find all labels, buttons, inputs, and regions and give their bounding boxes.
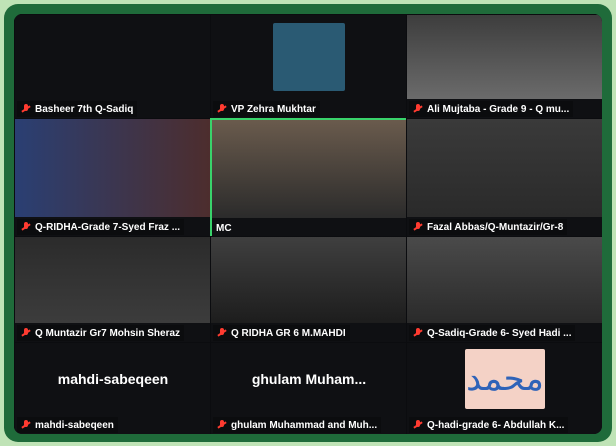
mic-muted-icon <box>21 420 31 430</box>
participant-name-label: mahdi-sabeqeen <box>17 417 118 433</box>
participant-tile[interactable]: محمد Q-hadi-grade 6- Abdullah K... <box>406 342 602 434</box>
participant-name-label: VP Zehra Mukhtar <box>213 101 320 117</box>
participant-name: Basheer 7th Q-Sadiq <box>35 103 134 115</box>
webcam-image <box>407 237 602 323</box>
mic-muted-icon <box>21 328 31 338</box>
mic-muted-icon <box>217 420 227 430</box>
video-feed <box>15 237 211 323</box>
participant-tile[interactable]: Q RIDHA GR 6 M.MAHDI <box>210 236 408 344</box>
participant-name-label: Basheer 7th Q-Sadiq <box>17 101 138 117</box>
pattern-image <box>273 23 345 91</box>
video-feed <box>407 15 602 99</box>
calligraphy-text: محمد <box>466 359 544 399</box>
participant-name-label: Q Muntazir Gr7 Mohsin Sheraz <box>17 325 185 341</box>
participant-display-name: ghulam Muham... <box>251 371 367 387</box>
screenshot-frame: Basheer 7th Q-Sadiq VP Zehra Mukhtar Ali… <box>4 4 612 442</box>
participant-name: Q Muntazir Gr7 Mohsin Sheraz <box>35 327 181 339</box>
participant-name: Q-hadi-grade 6- Abdullah K... <box>427 419 565 431</box>
webcam-image <box>212 120 408 218</box>
participant-name-label: Q-RIDHA-Grade 7-Syed Fraz ... <box>17 219 185 235</box>
participant-tile[interactable]: ghulam Muham... ghulam Muhammad and Muh.… <box>210 342 408 434</box>
mic-muted-icon <box>413 420 423 430</box>
participant-name-label: Q-Sadiq-Grade 6- Syed Hadi ... <box>409 325 576 341</box>
participant-tile[interactable]: Q Muntazir Gr7 Mohsin Sheraz <box>14 236 212 344</box>
participant-name: Q-Sadiq-Grade 6- Syed Hadi ... <box>427 327 572 339</box>
participant-name: Fazal Abbas/Q-Muntazir/Gr-8 <box>427 221 564 233</box>
calligraphy-image: محمد <box>465 349 545 409</box>
video-feed <box>407 119 602 217</box>
active-speaker-tile[interactable]: MC <box>210 118 410 240</box>
participant-tile[interactable]: Basheer 7th Q-Sadiq <box>14 14 212 120</box>
video-feed <box>15 15 211 99</box>
participant-name: Q RIDHA GR 6 M.MAHDI <box>231 327 346 339</box>
participant-display-name: mahdi-sabeqeen <box>57 371 169 387</box>
meeting-gallery: Basheer 7th Q-Sadiq VP Zehra Mukhtar Ali… <box>14 14 602 434</box>
mic-muted-icon <box>21 222 31 232</box>
participant-name-label: Ali Mujtaba - Grade 9 - Q mu... <box>409 101 574 117</box>
participant-name: VP Zehra Mukhtar <box>231 103 316 115</box>
video-feed: محمد <box>407 343 602 415</box>
participant-name-label: Q-hadi-grade 6- Abdullah K... <box>409 417 569 433</box>
video-feed <box>212 120 408 218</box>
video-feed <box>211 237 407 323</box>
participant-tile[interactable]: Ali Mujtaba - Grade 9 - Q mu... <box>406 14 602 120</box>
participant-tile[interactable]: VP Zehra Mukhtar <box>210 14 408 120</box>
participant-tile[interactable]: Fazal Abbas/Q-Muntazir/Gr-8 <box>406 118 602 238</box>
participant-name-label: ghulam Muhammad and Muh... <box>213 417 382 433</box>
mic-muted-icon <box>21 104 31 114</box>
participant-name: ghulam Muhammad and Muh... <box>231 419 378 431</box>
webcam-image <box>407 119 602 217</box>
participant-name: Ali Mujtaba - Grade 9 - Q mu... <box>427 103 570 115</box>
video-feed <box>15 119 211 217</box>
video-feed <box>407 237 602 323</box>
video-feed <box>211 15 407 99</box>
mic-muted-icon <box>413 328 423 338</box>
webcam-image <box>211 237 407 323</box>
participant-name-label: MC <box>216 220 232 236</box>
participant-name: mahdi-sabeqeen <box>35 419 114 431</box>
mic-muted-icon <box>413 222 423 232</box>
mic-muted-icon <box>217 104 227 114</box>
mic-muted-icon <box>413 104 423 114</box>
participant-tile[interactable]: Q-Sadiq-Grade 6- Syed Hadi ... <box>406 236 602 344</box>
participant-name: MC <box>216 222 232 234</box>
participant-tile[interactable]: Q-RIDHA-Grade 7-Syed Fraz ... <box>14 118 212 238</box>
participant-name-label: Q RIDHA GR 6 M.MAHDI <box>213 325 350 341</box>
webcam-image <box>15 119 211 217</box>
webcam-image <box>407 15 602 99</box>
webcam-image <box>15 237 211 323</box>
participant-name-label: Fazal Abbas/Q-Muntazir/Gr-8 <box>409 219 568 235</box>
mic-muted-icon <box>217 328 227 338</box>
participant-name: Q-RIDHA-Grade 7-Syed Fraz ... <box>35 221 181 233</box>
participant-tile[interactable]: mahdi-sabeqeen mahdi-sabeqeen <box>14 342 212 434</box>
